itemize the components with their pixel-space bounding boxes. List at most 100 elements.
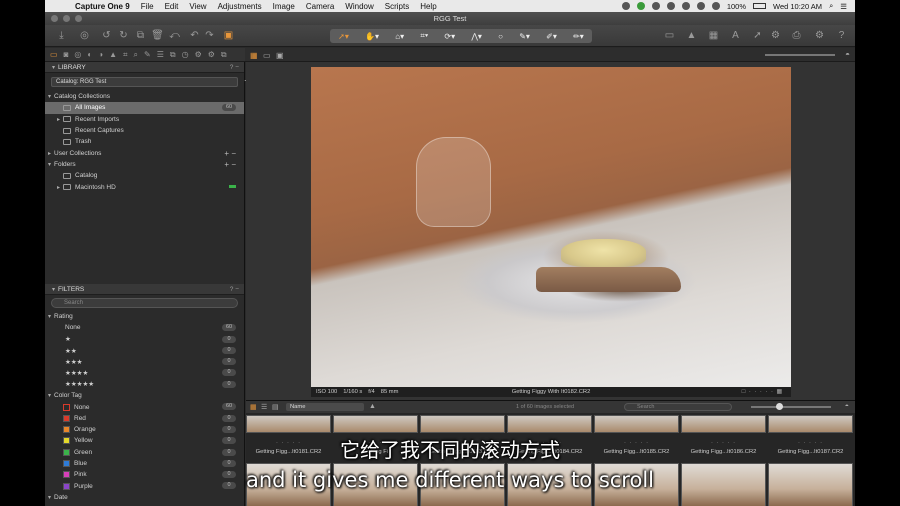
capture-tab-icon[interactable]: ◙: [64, 50, 69, 59]
zoom-slider[interactable]: [765, 54, 835, 56]
color-tab-icon[interactable]: ◐: [87, 50, 92, 59]
collapse-icon[interactable]: ▸: [45, 150, 54, 157]
collapse-icon[interactable]: ▾: [45, 392, 54, 399]
battery-icon[interactable]: [753, 3, 766, 9]
collapse-library-icon[interactable]: ▾: [49, 64, 58, 71]
notification-icon[interactable]: ☰: [840, 2, 847, 11]
clock[interactable]: Wed 10:20 AM: [773, 2, 822, 11]
settings-icon[interactable]: ⚙: [813, 29, 826, 42]
menu-edit[interactable]: Edit: [165, 2, 179, 11]
rating-row[interactable]: ★★★★ 0: [45, 367, 244, 378]
compare-view-icon[interactable]: ▣: [276, 51, 284, 60]
volume-icon[interactable]: [711, 2, 720, 10]
filters-help-icon[interactable]: ? −: [230, 286, 239, 293]
exposure-warning-icon[interactable]: ▲: [685, 29, 698, 42]
local-adjustments-tab-icon[interactable]: ⌕: [134, 50, 138, 60]
collapse-icon[interactable]: ▾: [45, 93, 54, 100]
rating-row[interactable]: ★ 0: [45, 334, 244, 345]
library-help-icon[interactable]: ? −: [230, 64, 239, 71]
color-tag-row[interactable]: Red 0: [45, 413, 244, 424]
folder-catalog[interactable]: Catalog: [45, 170, 244, 181]
variants-icon[interactable]: ▣: [222, 29, 235, 42]
thumbnail[interactable]: [420, 415, 505, 433]
collapse-icon[interactable]: ▾: [45, 161, 54, 168]
collection-recent-captures[interactable]: Recent Captures: [45, 125, 244, 136]
rating-row[interactable]: None 60: [45, 322, 244, 333]
filters-section-header[interactable]: ▾ FILTERS ? −: [45, 284, 244, 295]
add-remove-collection-buttons[interactable]: + −: [224, 149, 236, 158]
thumbnail[interactable]: [333, 415, 418, 433]
spotlight-icon[interactable]: ⌕: [829, 1, 833, 11]
text-icon[interactable]: A: [729, 29, 742, 42]
details-tab-icon[interactable]: ▲: [109, 50, 117, 59]
menu-camera[interactable]: Camera: [306, 2, 334, 11]
info-icon[interactable]: [651, 2, 660, 10]
grid-icon[interactable]: ▦: [707, 29, 720, 42]
thumbnail-size-slider[interactable]: [751, 403, 831, 410]
list-view-icon[interactable]: ☰: [261, 403, 267, 411]
metadata-tab-icon[interactable]: ☰: [157, 50, 164, 59]
rotate-icon[interactable]: ↻: [117, 29, 130, 42]
dropbox-icon[interactable]: [666, 2, 675, 10]
filmstrip-view-icon[interactable]: ▤: [272, 403, 279, 411]
expand-icon[interactable]: ▸: [54, 184, 63, 191]
multi-view-icon[interactable]: ▦: [250, 51, 258, 60]
rating-row[interactable]: ★★★★★ 0: [45, 379, 244, 390]
brush-tool-icon[interactable]: ✎▾: [519, 32, 530, 41]
annotation-tool-icon[interactable]: ✏▾: [573, 32, 584, 41]
viewer-layout-icon[interactable]: ▭: [663, 29, 676, 42]
menu-scripts[interactable]: Scripts: [385, 2, 409, 11]
thumbnail[interactable]: [246, 415, 331, 433]
thumbnail[interactable]: [768, 415, 853, 433]
menu-window[interactable]: Window: [345, 2, 373, 11]
browser-search-input[interactable]: Search: [624, 403, 732, 411]
sort-direction-icon[interactable]: ▲: [369, 403, 376, 410]
import-icon[interactable]: ⤓: [55, 29, 68, 42]
rating-header[interactable]: ▾ Rating: [45, 311, 244, 322]
filters-search-input[interactable]: Search: [51, 298, 238, 308]
delete-icon[interactable]: 🗑: [151, 29, 164, 42]
collapse-icon[interactable]: ▾: [45, 313, 54, 320]
collection-recent-imports[interactable]: ▸ Recent Imports: [45, 114, 244, 125]
collection-trash[interactable]: Trash: [45, 136, 244, 147]
copy-adjustments-icon[interactable]: ⧉: [134, 29, 147, 42]
library-tab-icon[interactable]: ▭: [50, 50, 58, 59]
rating-row[interactable]: ★★★ 0: [45, 356, 244, 367]
user-icon[interactable]: ◓: [845, 403, 849, 410]
crop-tab-icon[interactable]: ⌗: [123, 50, 128, 60]
keystone-tool-icon[interactable]: ⋀▾: [471, 32, 482, 41]
thumbnail[interactable]: [507, 415, 592, 433]
output-tab-icon[interactable]: ⧉: [170, 50, 176, 60]
rating-dots[interactable]: □ · · · · · ▦: [742, 389, 783, 395]
redo-icon[interactable]: ↷: [203, 29, 216, 42]
record-icon[interactable]: [621, 2, 630, 10]
capture-icon[interactable]: ◎: [78, 29, 91, 42]
catalog-select[interactable]: Catalog: RGG Test +: [51, 77, 249, 87]
print-icon[interactable]: ⎙: [790, 29, 803, 42]
brush-tab-icon[interactable]: ✎: [144, 50, 151, 59]
folder-macintosh-hd[interactable]: ▸ Macintosh HD: [45, 181, 244, 192]
reset-icon[interactable]: ↺: [100, 29, 113, 42]
process-icon[interactable]: ⚙: [769, 29, 782, 42]
add-remove-folder-buttons[interactable]: + −: [224, 160, 236, 169]
menu-adjustments[interactable]: Adjustments: [218, 2, 262, 11]
slider-handle[interactable]: [776, 403, 783, 410]
single-view-icon[interactable]: ▭: [263, 51, 271, 60]
date-header[interactable]: ▾ Date: [45, 492, 244, 503]
user-collections-row[interactable]: ▸ User Collections + −: [45, 147, 244, 158]
pan-tool-icon[interactable]: ✋▾: [365, 32, 379, 41]
batch-tab-icon[interactable]: ◷: [182, 50, 189, 59]
expand-icon[interactable]: ▸: [54, 116, 63, 123]
grid-view-icon[interactable]: ▦: [250, 403, 257, 411]
menu-image[interactable]: Image: [273, 2, 295, 11]
select-tool-icon[interactable]: ➚▾: [338, 32, 349, 41]
crop-tool-icon[interactable]: ⌗▾: [420, 31, 428, 41]
adjustments-tab-icon[interactable]: ⚙: [208, 50, 215, 59]
picker-tool-icon[interactable]: ✐▾: [546, 32, 557, 41]
menu-app-name[interactable]: Capture One 9: [75, 2, 130, 11]
color-tag-row[interactable]: None 60: [45, 401, 244, 412]
thumbnail[interactable]: [594, 415, 679, 433]
sort-select[interactable]: Name: [286, 403, 364, 411]
proof-icon[interactable]: ➚: [751, 29, 764, 42]
color-tag-header[interactable]: ▾ Color Tag: [45, 390, 244, 401]
